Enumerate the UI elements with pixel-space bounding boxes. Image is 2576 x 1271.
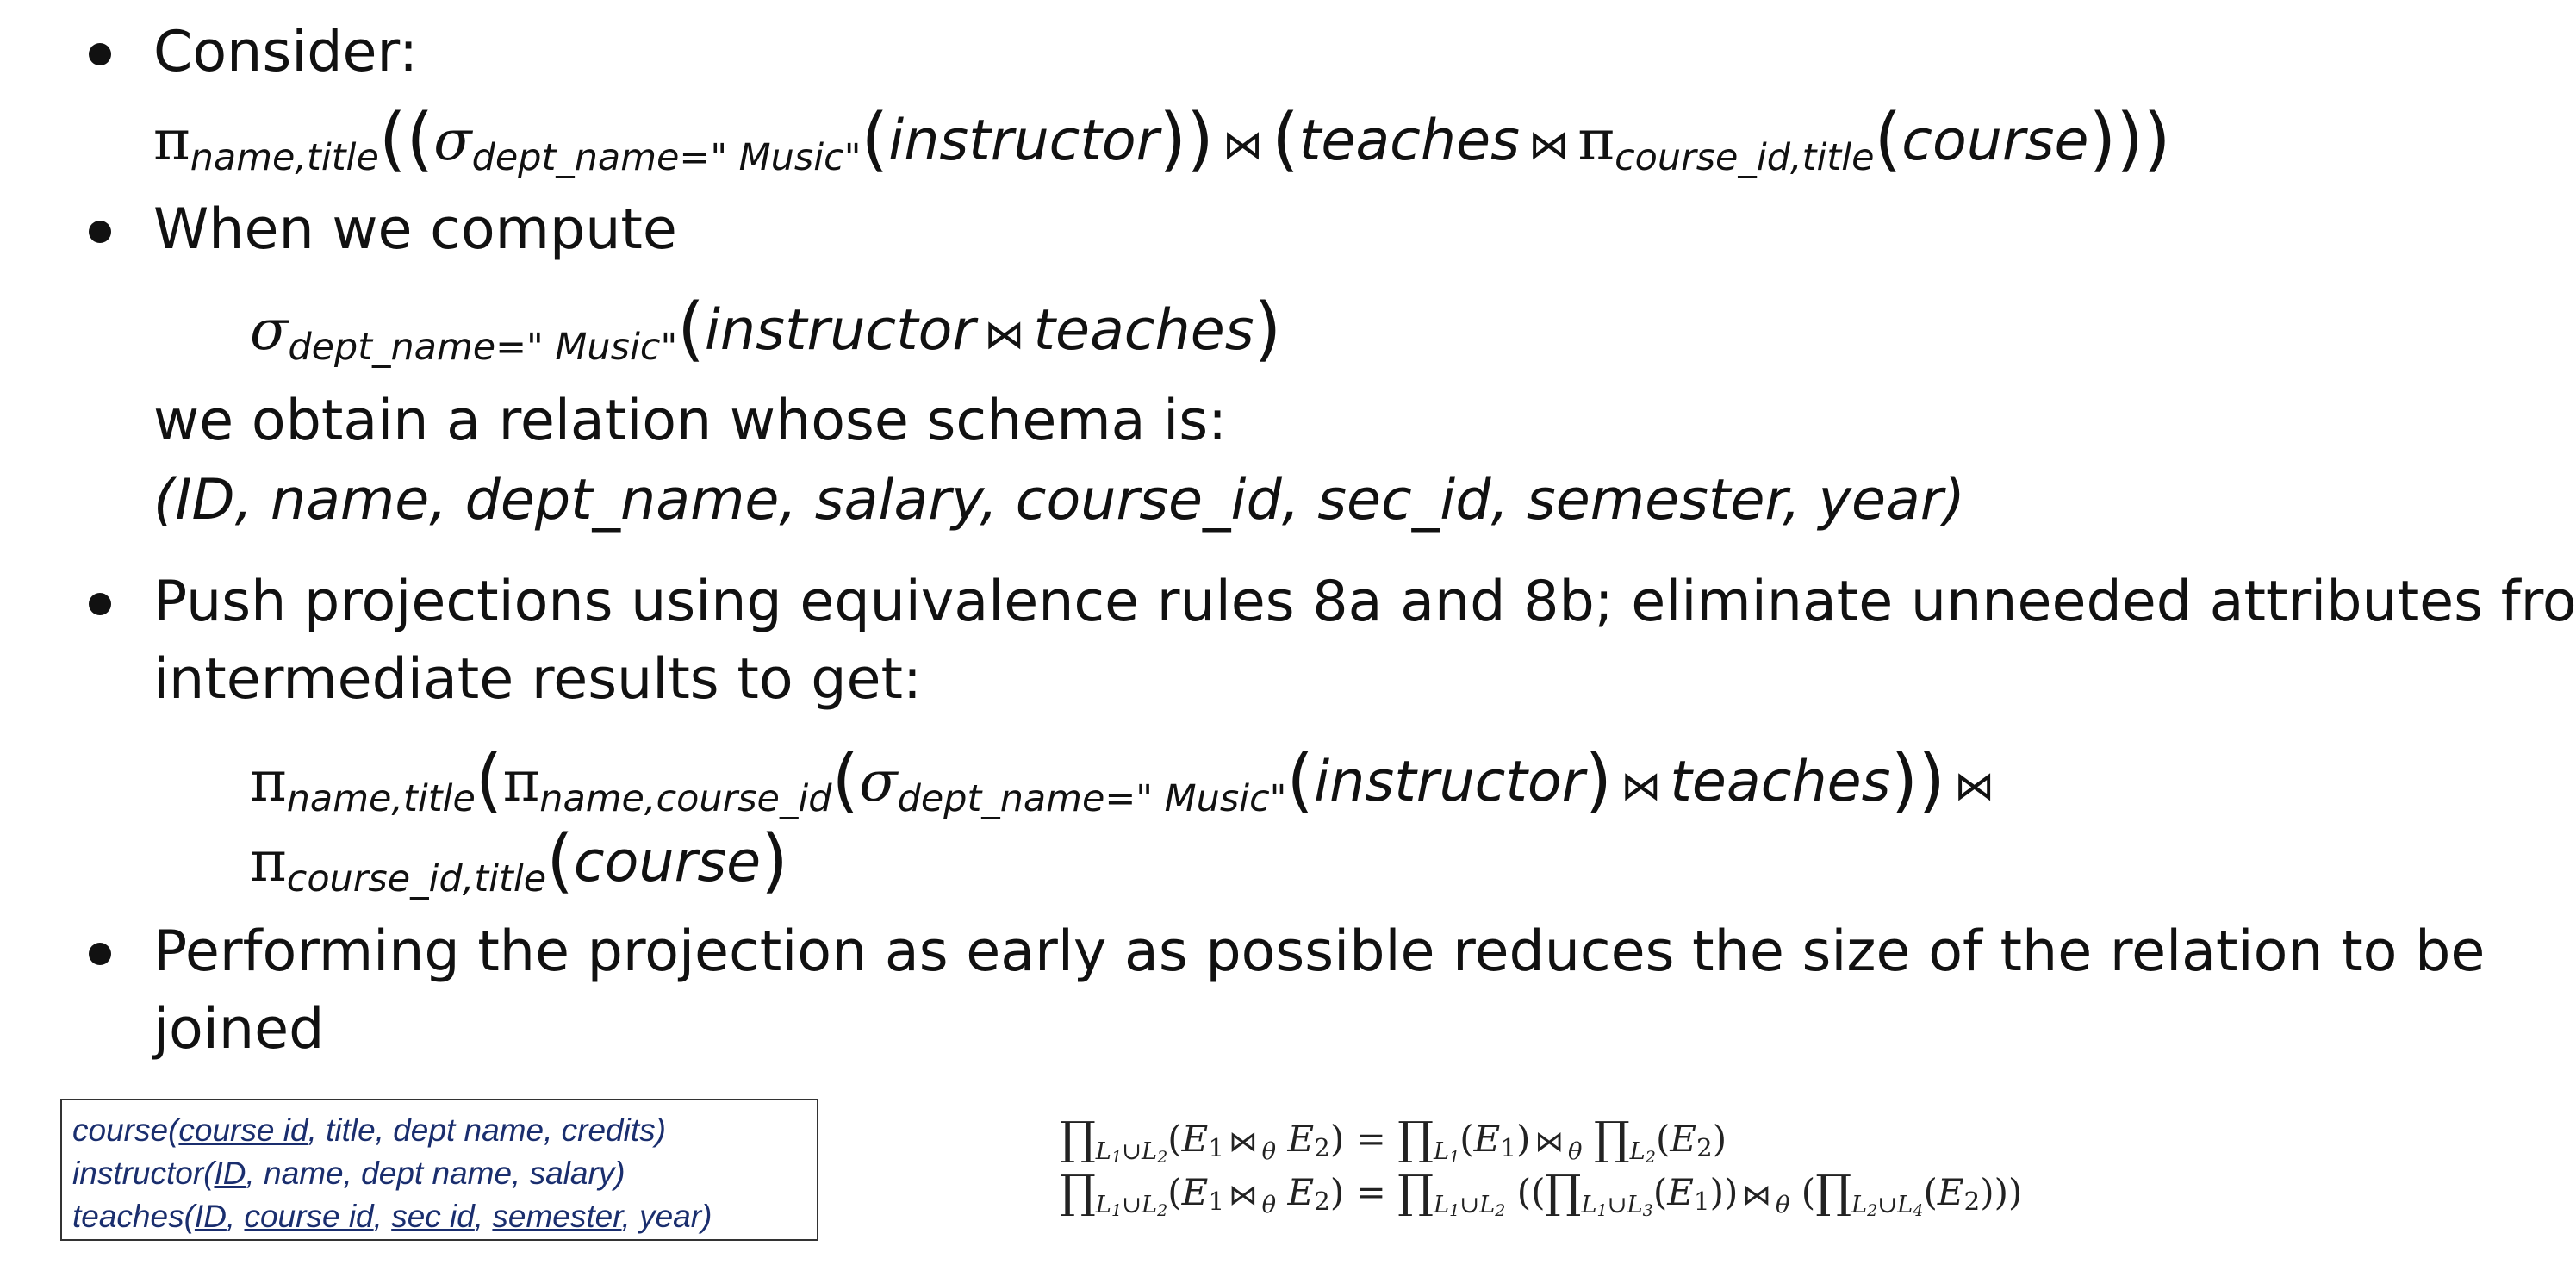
attr: year	[639, 1199, 702, 1234]
relation-teaches: teaches	[1033, 298, 1254, 363]
pi-symbol: π	[153, 109, 190, 173]
bullet-4-line-1: Performing the projection as early as po…	[153, 919, 2486, 984]
pi-symbol: π	[250, 750, 287, 814]
join-symbol: ⋈	[984, 312, 1025, 359]
bullet-1	[89, 43, 111, 65]
pi-subscript: course_id,title	[286, 857, 547, 900]
big-pi-symbol: ∏	[1060, 1112, 1096, 1166]
bullet-3	[89, 593, 111, 615]
sigma-symbol: σ	[859, 750, 898, 814]
pi-subscript: course_id,title	[1615, 136, 1875, 179]
pi-subscript: name,course_id	[539, 777, 832, 820]
sigma-symbol: σ	[250, 298, 289, 363]
schema-box: course(course id, title, dept name, cred…	[60, 1099, 818, 1241]
key-attr: ID	[214, 1156, 246, 1191]
join-symbol: ⋈	[1229, 1125, 1258, 1158]
pi-symbol: π	[502, 750, 540, 814]
relation-course: course	[573, 830, 762, 894]
key-attr: sec id	[391, 1199, 475, 1234]
join-symbol: ⋈	[1528, 122, 1570, 170]
attr: title	[326, 1112, 376, 1148]
bullet-2-continuation: we obtain a relation whose schema is:	[153, 389, 1227, 453]
pi-symbol: π	[1577, 109, 1615, 173]
relation-instructor: instructor	[888, 109, 1160, 173]
formula-2: σdept_name=" Music"(instructor ⋈ teaches)	[250, 289, 1282, 371]
big-pi-symbol: ∏	[1060, 1166, 1096, 1219]
key-attr: course id	[244, 1199, 374, 1234]
bullet-2	[89, 221, 111, 243]
bullet-4-line-2: joined	[153, 997, 325, 1062]
formula-1: πname,title((σdept_name=" Music"(instruc…	[153, 99, 2171, 181]
bullet-3-line-1: Push projections using equivalence rules…	[153, 570, 2576, 634]
attr: dept name	[361, 1156, 513, 1191]
pi-symbol: π	[250, 830, 287, 894]
bullet-4	[89, 943, 111, 965]
relation-course: course	[1901, 109, 2089, 173]
pi-subscript: name,title	[190, 136, 379, 179]
rule-8b: ∏L1∪L2(E1 ⋈ θ E2) = ∏L1∪L2 ((∏L1∪L3(E1)) ⋈ θ…	[1060, 1166, 2023, 1220]
join-symbol: ⋈	[1954, 763, 1995, 811]
pi-subscript: name,title	[286, 777, 476, 820]
join-symbol: ⋈	[1621, 763, 1662, 811]
schema-tuple: (ID, name, dept_name, salary, course_id,…	[153, 468, 1965, 533]
attr: credits	[561, 1112, 656, 1148]
key-attr: semester	[492, 1199, 622, 1234]
relation-instructor: instructor	[704, 298, 976, 363]
bullet-1-text: Consider:	[153, 20, 419, 84]
bullet-2-text: When we compute	[153, 197, 677, 262]
key-attr: ID	[194, 1199, 227, 1234]
sigma-subscript: dept_name=" Music"	[897, 777, 1287, 820]
sigma-subscript: dept_name=" Music"	[471, 136, 862, 179]
schema-line-course: course(course id, title, dept name, cred…	[72, 1112, 666, 1148]
relation-name: course	[72, 1112, 169, 1148]
relation-name: instructor	[72, 1156, 204, 1191]
rule-8a: ∏L1∪L2(E1 ⋈ θ E2) = ∏L1(E1) ⋈ θ ∏L2(E2)	[1060, 1112, 1727, 1167]
attr: name	[264, 1156, 344, 1191]
bullet-3-line-2: intermediate results to get:	[153, 647, 922, 712]
relation-name: teaches	[72, 1199, 184, 1234]
relation-teaches: teaches	[1670, 750, 1891, 814]
relation-instructor: instructor	[1314, 750, 1585, 814]
attr: salary	[529, 1156, 615, 1191]
relation-teaches: teaches	[1298, 109, 1520, 173]
join-symbol: ⋈	[1223, 122, 1263, 170]
key-attr: course id	[178, 1112, 308, 1148]
attr: dept name	[393, 1112, 544, 1148]
schema-line-teaches: teaches(ID, course id, sec id, semester,…	[72, 1199, 712, 1234]
sigma-subscript: dept_name=" Music"	[288, 326, 678, 369]
sigma-symbol: σ	[433, 109, 472, 173]
formula-3-line-2: πcourse_id,title(course)	[250, 820, 788, 902]
formula-3-line-1: πname,title(πname,course_id(σdept_name="…	[250, 740, 1995, 822]
schema-line-instructor: instructor(ID, name, dept name, salary)	[72, 1156, 625, 1191]
